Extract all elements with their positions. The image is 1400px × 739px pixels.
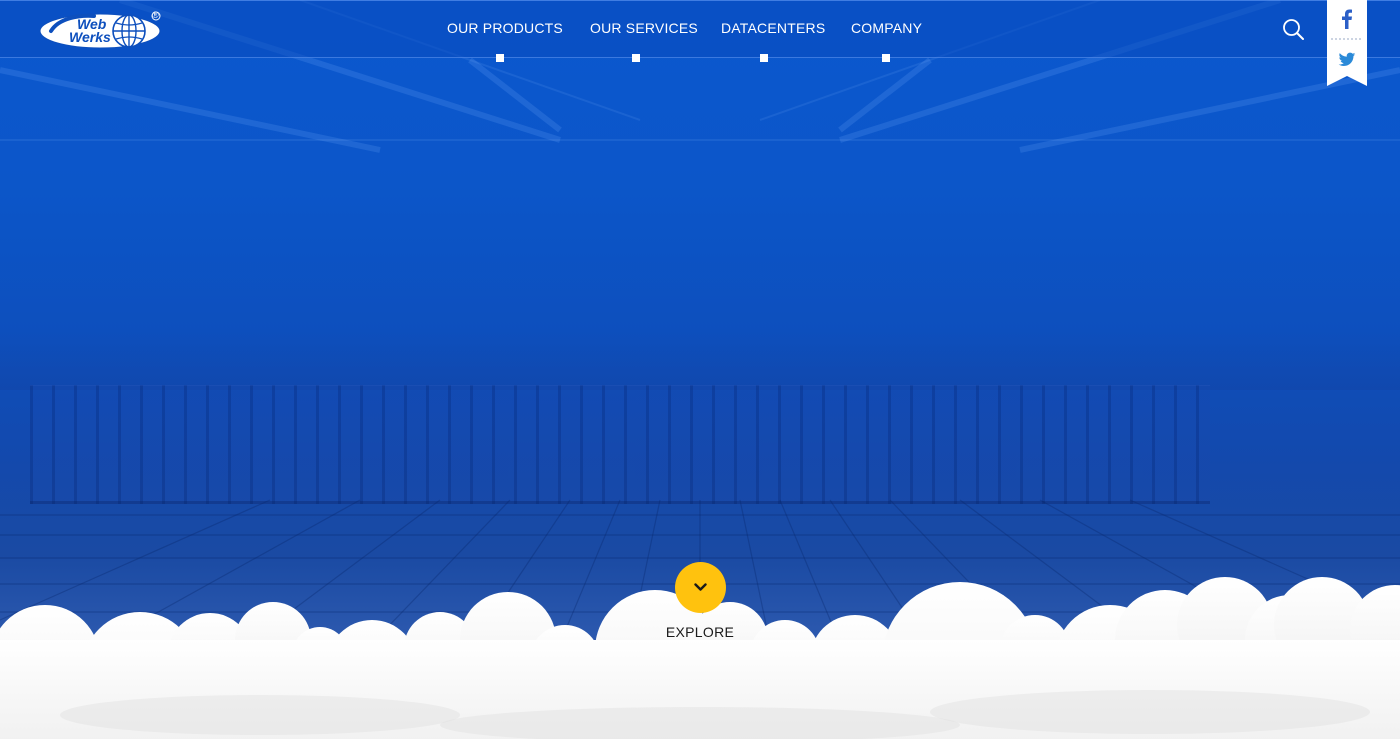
chevron-down-icon (694, 583, 707, 591)
logo-text-werks: Werks (69, 29, 111, 45)
social-ribbon (1327, 0, 1367, 86)
nav-indicator-dot (760, 54, 768, 62)
nav-indicator-dot (632, 54, 640, 62)
nav-our-products[interactable]: OUR PRODUCTS (447, 20, 563, 36)
registered-mark: ® (152, 10, 159, 20)
nav-datacenters[interactable]: DATACENTERS (721, 20, 825, 36)
web-werks-logo[interactable]: Web Werks ® (39, 10, 163, 52)
search-icon[interactable] (1282, 18, 1304, 40)
nav-indicator-dot (882, 54, 890, 62)
twitter-icon[interactable] (1338, 52, 1356, 68)
nav-our-services[interactable]: OUR SERVICES (590, 20, 698, 36)
site-header: Web Werks ® OUR PRODUCTS OUR SERVICES DA… (0, 0, 1400, 62)
explore-button[interactable] (675, 562, 726, 613)
explore-label[interactable]: EXPLORE (640, 624, 760, 640)
facebook-icon[interactable] (1339, 8, 1355, 30)
nav-indicator-dot (496, 54, 504, 62)
nav-company[interactable]: COMPANY (851, 20, 922, 36)
